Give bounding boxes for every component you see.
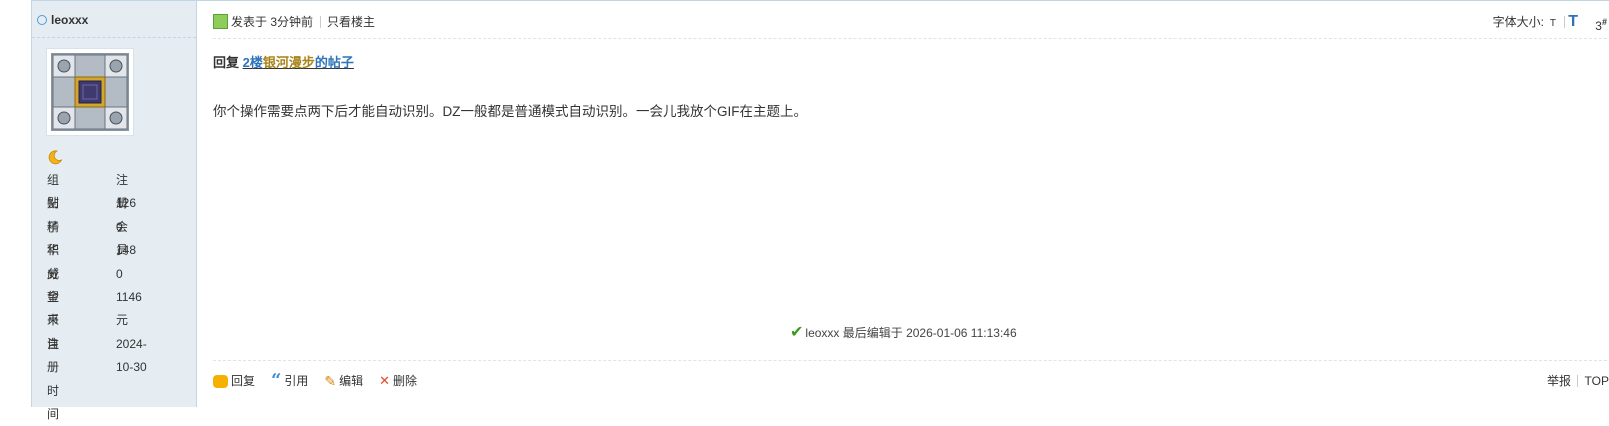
quoted-post-link[interactable]: 2楼银河漫步的帖子 [243, 55, 354, 70]
post-actions: 回复 “引用 ✎ 编辑 ✕ 删除 [213, 372, 433, 390]
edit-label: 编辑 [339, 374, 364, 388]
delete-button[interactable]: ✕ 删除 [379, 372, 417, 390]
floor-number[interactable]: 3# [1595, 13, 1607, 35]
quoted-user: 银河漫步 [262, 55, 315, 70]
delete-label: 删除 [393, 374, 418, 388]
report-link[interactable]: 举报 [1547, 372, 1571, 390]
edit-note: ✔ leoxxx 最后编辑于 2026-01-06 11:13:46 [790, 322, 1017, 342]
username[interactable]: leoxxx [51, 12, 88, 28]
quote-prefix: 回复 [213, 55, 240, 70]
forum-post: leoxxx 组别 注册会员 帖子 126 精华 0 积分 148 威望 0 金… [31, 0, 1609, 421]
post-content: 你个操作需要点两下后才能自动识别。DZ一般都是普通模式自动识别。一会儿我放个GI… [213, 104, 807, 119]
username-link[interactable]: leoxxx [37, 12, 88, 28]
stat-value: 2024-10-30 [116, 336, 147, 375]
reply-label: 回复 [231, 374, 256, 388]
edit-note-text: leoxxx 最后编辑于 2026-01-06 11:13:46 [805, 325, 1017, 340]
stat-value: 148 [116, 243, 137, 258]
user-icon [213, 14, 228, 29]
divider [1564, 16, 1565, 28]
floor-number-value: 3 [1595, 19, 1602, 33]
quoted-floor: 2楼 [242, 55, 263, 70]
stat-value[interactable]: 126 [116, 192, 136, 215]
delete-icon: ✕ [379, 373, 391, 388]
sidebar-divider [32, 37, 196, 38]
reply-button[interactable]: 回复 [213, 372, 255, 390]
stat-value: 0 [116, 266, 123, 281]
pencil-icon: ✎ [324, 373, 337, 389]
posted-time: 发表于 3分钟前 [231, 15, 314, 29]
post-main: 发表于 3分钟前 只看楼主 字体大小: T T 3# 回复 2楼银河漫步的帖子 … [213, 1, 1609, 407]
font-size-label: 字体大小: [1492, 15, 1544, 29]
only-op-link[interactable]: 只看楼主 [327, 13, 375, 31]
avatar[interactable] [46, 48, 134, 136]
stat-value: 0 [116, 219, 123, 234]
floor-suffix: # [1601, 17, 1607, 27]
quote-icon: “ [271, 370, 282, 391]
divider [213, 38, 1607, 39]
font-large-button[interactable]: T [1568, 13, 1578, 31]
online-status-icon [37, 15, 47, 25]
font-small-button[interactable]: T [1550, 15, 1556, 33]
reply-icon [213, 374, 228, 388]
reply-quote-heading: 回复 2楼银河漫步的帖子 [213, 52, 354, 71]
avatar-image [51, 53, 129, 131]
divider [320, 16, 321, 28]
stat-label: 注册时间 [47, 336, 60, 421]
quote-button[interactable]: “引用 [271, 372, 308, 390]
check-icon: ✔ [790, 324, 804, 341]
divider [213, 360, 1607, 361]
quote-label: 引用 [284, 374, 309, 388]
edit-button[interactable]: ✎ 编辑 [324, 372, 363, 390]
crescent-moon-icon [47, 149, 63, 168]
stat-value: 1146 元 [116, 289, 142, 328]
divider [1577, 375, 1578, 387]
user-sidebar: leoxxx 组别 注册会员 帖子 126 精华 0 积分 148 威望 0 金… [31, 1, 197, 421]
top-link[interactable]: TOP [1585, 372, 1609, 390]
post-meta-bar: 发表于 3分钟前 只看楼主 字体大小: T T 3# [213, 13, 1609, 33]
quoted-suffix: 的帖子 [314, 55, 354, 70]
